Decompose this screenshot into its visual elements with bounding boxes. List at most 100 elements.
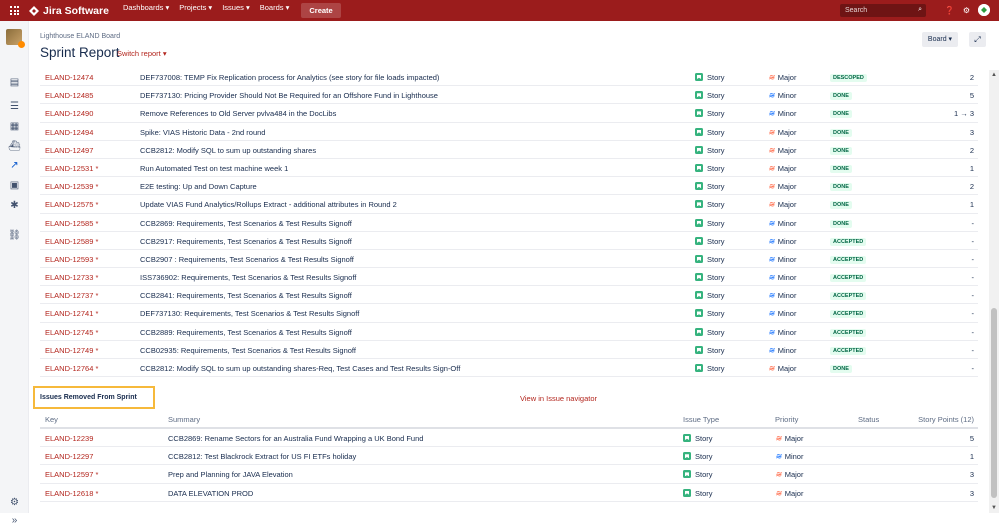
issue-summary-link[interactable]: CCB02935: Requirements, Test Scenarios &… — [140, 346, 356, 355]
status-badge: DONE — [830, 128, 852, 137]
issue-key-link[interactable]: ELAND-12474 — [45, 73, 93, 82]
jira-logo[interactable]: Jira Software — [29, 5, 109, 17]
issue-summary-link[interactable]: Update VIAS Fund Analytics/Rollups Extra… — [140, 200, 397, 209]
issue-key-link[interactable]: ELAND-12494 — [45, 128, 93, 137]
col-status[interactable]: Status — [858, 415, 879, 424]
nav-projects[interactable]: Projects ▾ — [179, 3, 212, 18]
issue-key-link[interactable]: ELAND-12737 * — [45, 291, 98, 300]
scroll-down-icon[interactable]: ▼ — [991, 505, 997, 511]
issue-summary-link[interactable]: CCB2841: Requirements, Test Scenarios & … — [140, 291, 352, 300]
issue-key-link[interactable]: ELAND-12597 * — [45, 470, 98, 479]
issue-key-link[interactable]: ELAND-12539 * — [45, 182, 98, 191]
issue-key-link[interactable]: ELAND-12585 * — [45, 219, 98, 228]
issue-summary-link[interactable]: Run Automated Test on test machine week … — [140, 164, 288, 173]
issue-type-label: Story — [695, 470, 713, 480]
issue-key-link[interactable]: ELAND-12589 * — [45, 237, 98, 246]
issue-key-link[interactable]: ELAND-12745 * — [45, 328, 98, 337]
col-key[interactable]: Key — [45, 415, 58, 424]
table-row: ELAND-12494 Spike: VIAS Historic Data - 2… — [40, 123, 978, 141]
priority-major-icon: ≋ — [768, 163, 775, 173]
issue-summary-link[interactable]: CCB2907 : Requirements, Test Scenarios &… — [140, 255, 354, 264]
priority: ≋ Minor — [768, 255, 796, 264]
issue-key-link[interactable]: ELAND-12490 — [45, 109, 93, 118]
scroll-up-icon[interactable]: ▲ — [991, 72, 997, 78]
story-points: 2 — [969, 182, 974, 192]
nav-dashboards[interactable]: Dashboards ▾ — [123, 3, 169, 18]
settings-icon[interactable]: ⚙ — [8, 497, 21, 508]
issue-summary-link[interactable]: Prep and Planning for JAVA Elevation — [168, 470, 293, 479]
create-button[interactable]: Create — [301, 3, 341, 18]
expand-icon[interactable]: » — [8, 515, 21, 526]
col-priority[interactable]: Priority — [775, 415, 798, 424]
issue-summary-link[interactable]: DEF737008: TEMP Fix Replication process … — [140, 73, 439, 82]
roadmap-icon[interactable]: ▦ — [8, 121, 21, 132]
issue-key-link[interactable]: ELAND-12749 * — [45, 346, 98, 355]
page-scrollbar[interactable]: ▲ ▼ — [989, 70, 999, 513]
issue-type: Story — [695, 364, 725, 373]
issues-icon[interactable]: ▣ — [8, 180, 21, 191]
issue-summary-link[interactable]: CCB2889: Requirements, Test Scenarios & … — [140, 328, 352, 337]
reports-icon[interactable]: ↗ — [8, 160, 21, 171]
issue-summary-link[interactable]: DATA ELEVATION PROD — [168, 489, 253, 498]
col-summary[interactable]: Summary — [168, 415, 200, 424]
col-issue-type[interactable]: Issue Type — [683, 415, 719, 424]
backlog-icon[interactable]: ▤ — [8, 77, 21, 88]
issue-summary-link[interactable]: DEF737130: Pricing Provider Should Not B… — [140, 91, 438, 100]
status-badge: DONE — [830, 365, 852, 373]
issue-key-link[interactable]: ELAND-12239 — [45, 434, 93, 443]
issue-summary-link[interactable]: CCB2812: Modify SQL to sum up outstandin… — [140, 146, 316, 155]
removed-table-header: Key Summary Issue Type Priority Status S… — [40, 410, 978, 429]
issue-type-label: Story — [707, 200, 725, 210]
app-switcher-icon[interactable] — [10, 6, 19, 15]
search-input[interactable]: Search ⌕ — [840, 4, 926, 17]
status-badge: ACCEPTED — [830, 274, 867, 283]
table-row: ELAND-12490 Remove References to Old Serv… — [40, 104, 978, 123]
issue-summary-link[interactable]: DEF737130: Requirements, Test Scenarios … — [140, 309, 359, 318]
issue-key-link[interactable]: ELAND-12575 * — [45, 200, 98, 209]
breadcrumb[interactable]: Lighthouse ELAND Board — [40, 33, 120, 40]
components-icon[interactable]: ✱ — [8, 200, 21, 211]
board-button[interactable]: Board ▾ — [922, 32, 958, 47]
priority: ≋ Minor — [768, 346, 796, 355]
issue-key-link[interactable]: ELAND-12531 * — [45, 164, 98, 173]
issue-key-link[interactable]: ELAND-12485 — [45, 91, 93, 100]
fullscreen-icon[interactable]: ⤢ — [969, 32, 986, 47]
removed-section-title: Issues Removed From Sprint — [40, 394, 137, 401]
nav-issues[interactable]: Issues ▾ — [222, 3, 250, 18]
issue-summary-link[interactable]: CCB2812: Modify SQL to sum up outstandin… — [140, 364, 460, 373]
issue-summary-link[interactable]: CCB2869: Rename Sectors for an Australia… — [168, 434, 423, 443]
status-badge: DONE — [830, 219, 852, 228]
status-badge: ACCEPTED — [830, 310, 867, 319]
priority: ≋ Minor — [768, 273, 796, 282]
link-icon[interactable]: ⛓ — [8, 230, 21, 241]
issue-key-link[interactable]: ELAND-12497 — [45, 146, 93, 155]
issue-key-link[interactable]: ELAND-12733 * — [45, 273, 98, 282]
switch-report-link[interactable]: Switch report ▾ — [117, 49, 167, 58]
issue-summary-link[interactable]: CCB2917: Requirements, Test Scenarios & … — [140, 237, 352, 246]
nav-boards[interactable]: Boards ▾ — [260, 3, 290, 18]
issue-key-link[interactable]: ELAND-12593 * — [45, 255, 98, 264]
scrollbar-thumb[interactable] — [991, 308, 997, 498]
project-avatar[interactable] — [6, 29, 25, 48]
issue-key-link[interactable]: ELAND-12764 * — [45, 364, 98, 373]
priority-label: Minor — [777, 109, 797, 119]
col-story-points[interactable]: Story Points (12) — [918, 415, 974, 424]
issue-summary-link[interactable]: Remove References to Old Server pvlva484… — [140, 109, 336, 118]
issue-key-link[interactable]: ELAND-12297 — [45, 452, 93, 461]
settings-icon[interactable]: ⚙ — [963, 6, 970, 15]
issue-summary-link[interactable]: ISS736902: Requirements, Test Scenarios … — [140, 273, 356, 282]
priority-label: Major — [777, 127, 797, 137]
issue-summary-link[interactable]: Spike: VIAS Historic Data - 2nd round — [140, 128, 265, 137]
view-in-issue-navigator-link[interactable]: View in Issue navigator — [520, 394, 597, 403]
releases-icon[interactable]: ⛴ — [8, 141, 21, 152]
issue-summary-link[interactable]: CCB2812: Test Blackrock Extract for US F… — [168, 452, 356, 461]
help-icon[interactable]: ❓ — [945, 6, 955, 15]
avatar[interactable] — [978, 4, 990, 16]
priority-label: Minor — [777, 345, 797, 355]
issue-key-link[interactable]: ELAND-12618 * — [45, 489, 98, 498]
priority-label: Major — [777, 182, 797, 192]
board-icon[interactable]: ☰ — [8, 101, 21, 112]
issue-key-link[interactable]: ELAND-12741 * — [45, 309, 98, 318]
issue-summary-link[interactable]: E2E testing: Up and Down Capture — [140, 182, 257, 191]
issue-summary-link[interactable]: CCB2869: Requirements, Test Scenarios & … — [140, 219, 352, 228]
